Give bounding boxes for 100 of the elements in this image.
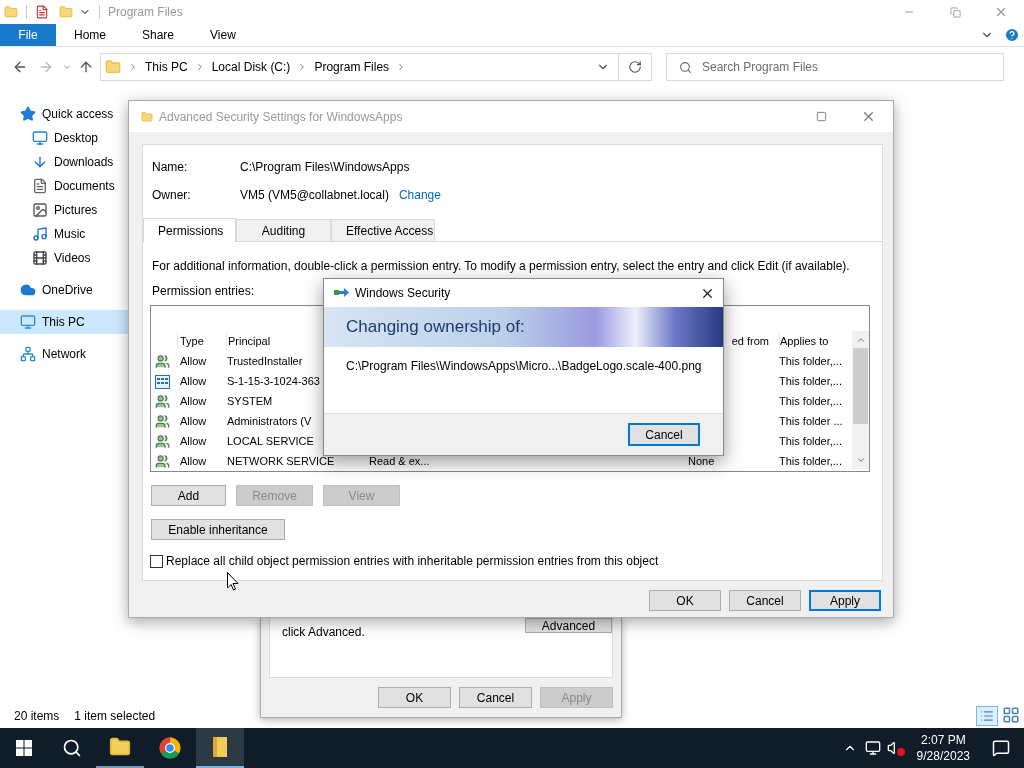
table-cell-text: Allow	[179, 394, 208, 410]
table-cell-text: LOCAL SERVICE	[226, 434, 315, 450]
table-cell-text: Allow	[179, 354, 208, 370]
ribbon-tab[interactable]: Share	[124, 24, 193, 46]
checkbox-label: Replace all child object permission entries with inheritable permission entries from this object	[166, 553, 659, 570]
breadcrumb[interactable]: This PC	[145, 58, 188, 76]
nav-icon	[32, 154, 48, 170]
table-action-button[interactable]: Add	[151, 485, 226, 506]
name-value: C:\Program Files\WindowsApps	[240, 159, 410, 176]
cancel-button[interactable]: Cancel	[628, 423, 700, 446]
nav-item[interactable]: Downloads	[0, 150, 128, 174]
chevron-right-icon	[128, 62, 138, 72]
maximize-icon[interactable]	[816, 111, 827, 122]
dialog-button[interactable]: Cancel	[729, 590, 801, 611]
window-title: Advanced Security Settings for WindowsApps	[159, 108, 403, 126]
clock-time[interactable]: 2:07 PM	[920, 732, 966, 748]
nav-icon	[20, 346, 36, 362]
dialog-button[interactable]: OK	[649, 590, 721, 611]
window-title: Windows Security	[355, 285, 451, 302]
properties-icon[interactable]	[35, 5, 49, 19]
network-icon[interactable]	[864, 740, 881, 756]
nav-item[interactable]: This PC	[0, 310, 128, 334]
help-icon[interactable]	[1004, 27, 1020, 43]
dialog-button[interactable]: OK	[378, 687, 451, 708]
notifications-icon[interactable]	[992, 739, 1010, 757]
users-icon	[155, 414, 170, 429]
large-icons-view-icon[interactable]	[1002, 706, 1020, 724]
selection-count: 1 item selected	[74, 708, 156, 725]
breadcrumb[interactable]: Program Files	[314, 58, 390, 76]
breadcrumb[interactable]: Local Disk (C:)	[211, 58, 291, 76]
windows-logo-icon	[16, 740, 32, 756]
nav-item[interactable]: Documents	[0, 174, 128, 198]
enable-inheritance-button[interactable]: Enable inheritance	[151, 519, 285, 540]
table-cell-text: This folder,...	[779, 394, 843, 410]
clock-date[interactable]: 9/28/2023	[916, 748, 970, 764]
table-cell-text: Administrators (V	[226, 414, 313, 430]
ribbon-tab[interactable]: View	[192, 24, 254, 46]
dialog-button[interactable]: Cancel	[459, 687, 532, 708]
search-field[interactable]: Search Program Files	[666, 53, 1004, 81]
table-cell-text: This folder ...	[779, 414, 844, 430]
table-cell-text: SYSTEM	[226, 394, 274, 410]
nav-icon	[20, 314, 36, 330]
users-icon	[155, 454, 170, 469]
table-cell-text: Allow	[179, 454, 208, 470]
table-cell-text: Allow	[179, 414, 208, 430]
nav-icon	[32, 178, 48, 194]
nav-item[interactable]: Music	[0, 222, 128, 246]
table-cell-text: This folder,...	[779, 454, 843, 470]
dialog-button[interactable]: Apply	[809, 590, 881, 611]
file-path: C:\Program Files\WindowsApps\Micro...\BadgeLogo.scale-400.png	[345, 358, 703, 375]
scrollbar[interactable]	[852, 331, 869, 469]
hint-text: click Advanced.	[282, 624, 365, 641]
table-cell-text: This folder,...	[779, 374, 843, 390]
section-label: Permission entries:	[152, 283, 255, 300]
nav-item[interactable]: Pictures	[0, 198, 128, 222]
refresh-icon[interactable]	[628, 60, 642, 74]
column-header[interactable]: Type	[177, 332, 226, 350]
nav-icon	[20, 106, 36, 122]
nav-item[interactable]: OneDrive	[0, 278, 128, 302]
checkbox[interactable]	[150, 554, 163, 568]
nav-icon	[32, 226, 48, 242]
scroll-up-icon	[855, 335, 866, 345]
nav-item[interactable]: Network	[0, 342, 128, 366]
tab[interactable]: Effective Access	[331, 219, 435, 241]
table-cell-text: This folder,...	[779, 434, 843, 450]
tab[interactable]: Permissions	[143, 218, 236, 242]
nav-icon	[32, 202, 48, 218]
folder-taskbar-icon[interactable]	[196, 728, 244, 768]
transfer-icon	[334, 287, 350, 299]
nav-item[interactable]: Quick access	[0, 102, 128, 126]
tab[interactable]: Auditing	[236, 219, 331, 241]
item-count: 20 items	[14, 708, 60, 725]
back-icon[interactable]	[12, 59, 28, 75]
address-bar[interactable]: This PC Local Disk (C:) Program Files	[100, 53, 652, 81]
nav-icon	[32, 130, 48, 146]
owner-value: VM5 (VM5@collabnet.local)	[240, 187, 389, 204]
users-icon	[155, 434, 170, 449]
field-label: Owner:	[152, 187, 192, 204]
scroll-thumb[interactable]	[853, 348, 868, 424]
search-icon	[62, 738, 82, 758]
table-cell-text: This folder,...	[779, 354, 843, 370]
folder-icon	[4, 5, 18, 19]
volume-muted-icon[interactable]	[886, 740, 905, 756]
nav-item[interactable]: Videos	[0, 246, 128, 270]
table-cell-text: NETWORK SERVICE	[226, 454, 336, 470]
table-cell-text: Read & ex...	[368, 454, 431, 470]
nav-item[interactable]: Desktop	[0, 126, 128, 150]
ribbon-tab[interactable]: File	[0, 24, 56, 46]
advanced-button[interactable]: Advanced	[525, 618, 612, 633]
table-cell-text: None	[688, 454, 716, 470]
change-link[interactable]: Change	[398, 186, 441, 204]
nav-icon	[20, 282, 36, 298]
up-icon[interactable]	[78, 59, 94, 75]
scroll-down-icon	[855, 455, 866, 465]
table-cell-text: Allow	[179, 434, 208, 450]
users-icon	[155, 354, 170, 369]
ribbon-tab[interactable]: Home	[56, 24, 124, 46]
folder-icon	[105, 59, 121, 75]
nav-icon	[32, 250, 48, 266]
info-text: For additional information, double-click a permission entry. To modify a permission entry, select the entry and click Edit (if available).	[152, 258, 850, 275]
